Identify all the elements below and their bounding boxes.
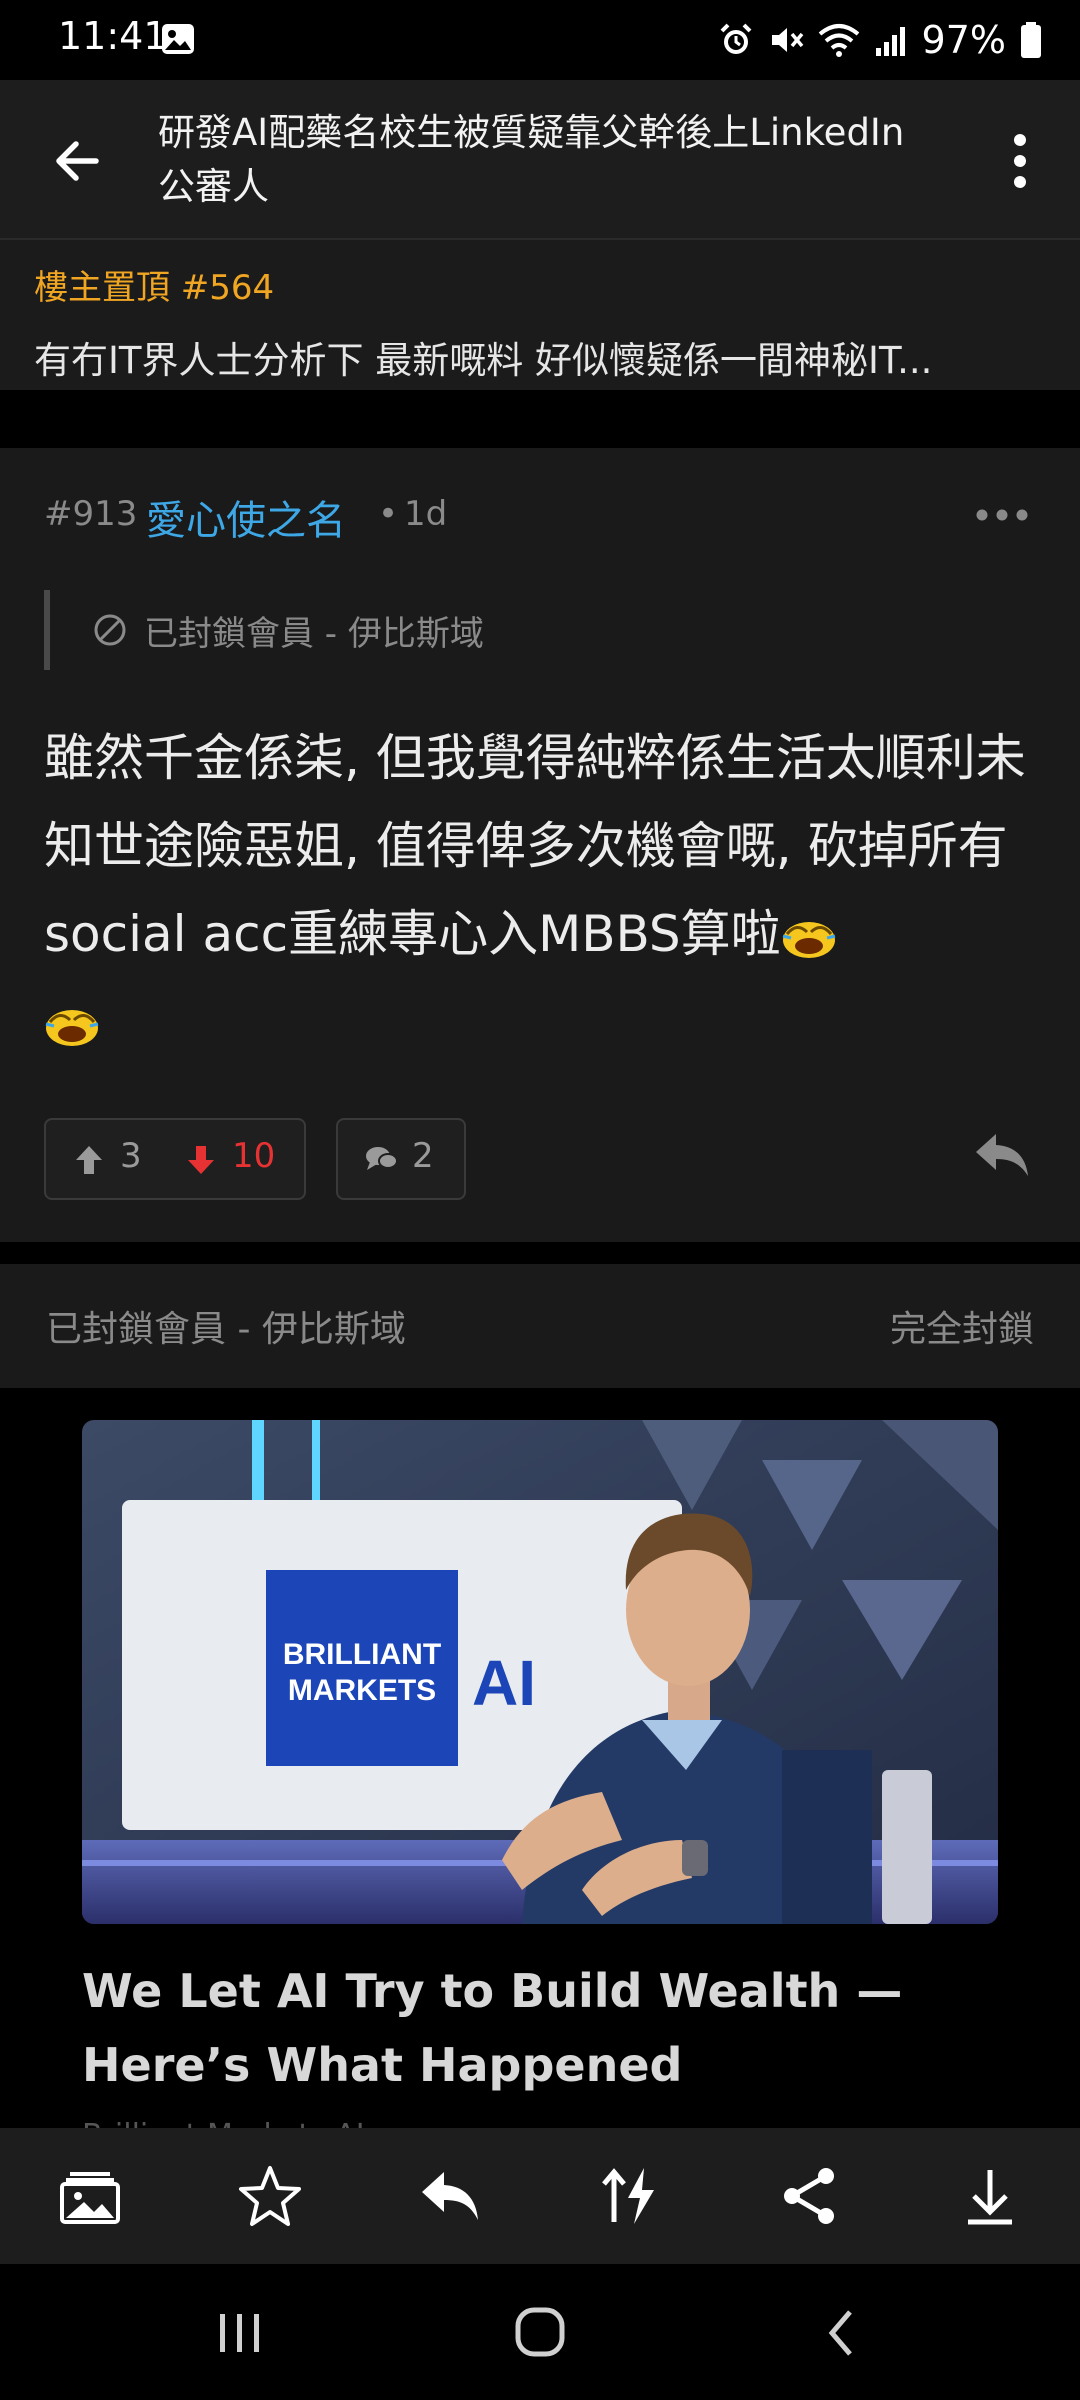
status-time: 11:41 <box>58 14 168 58</box>
home-icon[interactable] <box>510 2304 570 2360</box>
download-icon[interactable] <box>958 2164 1022 2228</box>
post-time: 1d <box>404 494 448 534</box>
blocked-member-bar: 已封鎖會員 - 伊比斯域 完全封鎖 <box>0 1264 1080 1388</box>
divider <box>0 390 1080 438</box>
battery-icon <box>1021 22 1041 58</box>
reply-icon[interactable] <box>972 1128 1032 1182</box>
reply-icon[interactable] <box>418 2164 482 2228</box>
post-body: 雖然千金係柒, 但我覺得純粹係生活太順利未知世途險惡姐, 值得俾多次機會嘅, 砍… <box>44 714 1034 1066</box>
author-name[interactable]: 愛心使之名 <box>146 488 346 546</box>
laughing-emoji-icon <box>782 921 836 958</box>
pinned-text: 有冇IT界人士分析下 最新嘅料 好似懷疑係一間神秘IT... <box>34 339 933 382</box>
divider <box>0 1242 1080 1264</box>
wifi-icon <box>818 24 859 57</box>
more-horiz-icon[interactable] <box>972 500 1032 530</box>
ad-image[interactable]: BRILLIANT MARKETS AI <box>82 1420 998 1924</box>
blocked-member-name: 已封鎖會員 - 伊比斯域 <box>46 1309 406 1350</box>
ad-title[interactable]: We Let AI Try to Build Wealth — Here’s W… <box>82 1954 1012 2102</box>
sort-icon[interactable] <box>598 2164 662 2228</box>
full-block-button[interactable]: 完全封鎖 <box>890 1300 1034 1352</box>
ad-photo: BRILLIANT MARKETS AI <box>82 1420 998 1924</box>
upvote-count: 3 <box>120 1136 142 1176</box>
more-vert-icon[interactable] <box>990 126 1050 196</box>
bottom-toolbar <box>0 2128 1080 2264</box>
app-header: 研發AI配藥名校生被質疑靠父幹後上LinkedIn公審人 <box>0 80 1080 240</box>
ad-screen-text: AI <box>472 1647 536 1719</box>
ad-screen-text: BRILLIANT <box>283 1638 441 1671</box>
reply-post: #913 愛心使之名 • 1d 已封鎖會員 - 伊比斯域 雖然千金係柒, 但我覺… <box>0 448 1080 1242</box>
reply-count: 2 <box>412 1136 434 1176</box>
quoted-member[interactable]: 已封鎖會員 - 伊比斯域 <box>144 606 484 655</box>
ad-screen-text: MARKETS <box>288 1674 436 1707</box>
replies-button[interactable]: 2 <box>336 1118 466 1200</box>
recents-icon[interactable] <box>210 2308 270 2358</box>
quote-bar <box>44 590 50 670</box>
status-indicators: 97% <box>718 14 1042 66</box>
post-body-text: 雖然千金係柒, 但我覺得純粹係生活太順利未知世途險惡姐, 值得俾多次機會嘅, 砍… <box>44 729 1026 963</box>
mute-icon <box>771 28 803 52</box>
separator-dot: • <box>378 494 399 534</box>
chat-bubble-icon <box>366 1147 398 1170</box>
sponsored-ad[interactable]: BRILLIANT MARKETS AI We Let AI Try to Bu… <box>0 1388 1080 2153</box>
alarm-icon <box>720 23 751 54</box>
status-bar: 11:41 97% <box>0 0 1080 80</box>
pinned-post[interactable]: 樓主置頂 #564 有冇IT界人士分析下 最新嘅料 好似懷疑係一間神秘IT... <box>0 240 1080 390</box>
image-icon <box>162 24 194 54</box>
back-icon[interactable] <box>812 2308 872 2358</box>
pinned-label: 樓主置頂 #564 <box>34 268 275 308</box>
thread-title: 研發AI配藥名校生被質疑靠父幹後上LinkedIn公審人 <box>158 111 905 208</box>
downvote-count: 10 <box>232 1136 276 1176</box>
battery-percent: 97% <box>921 18 1006 62</box>
laughing-emoji-icon <box>45 1009 99 1046</box>
downvote-arrow-icon[interactable] <box>186 1144 216 1176</box>
vote-box: 3 10 <box>44 1118 306 1200</box>
system-nav-bar <box>0 2264 1080 2400</box>
floor-number: #913 <box>44 494 138 534</box>
blocked-icon <box>94 614 126 646</box>
star-icon[interactable] <box>238 2164 302 2228</box>
signal-icon <box>875 27 905 56</box>
share-icon[interactable] <box>778 2164 842 2228</box>
back-arrow-icon[interactable] <box>44 126 114 196</box>
gallery-icon[interactable] <box>58 2164 122 2228</box>
upvote-arrow-icon[interactable] <box>74 1144 104 1176</box>
